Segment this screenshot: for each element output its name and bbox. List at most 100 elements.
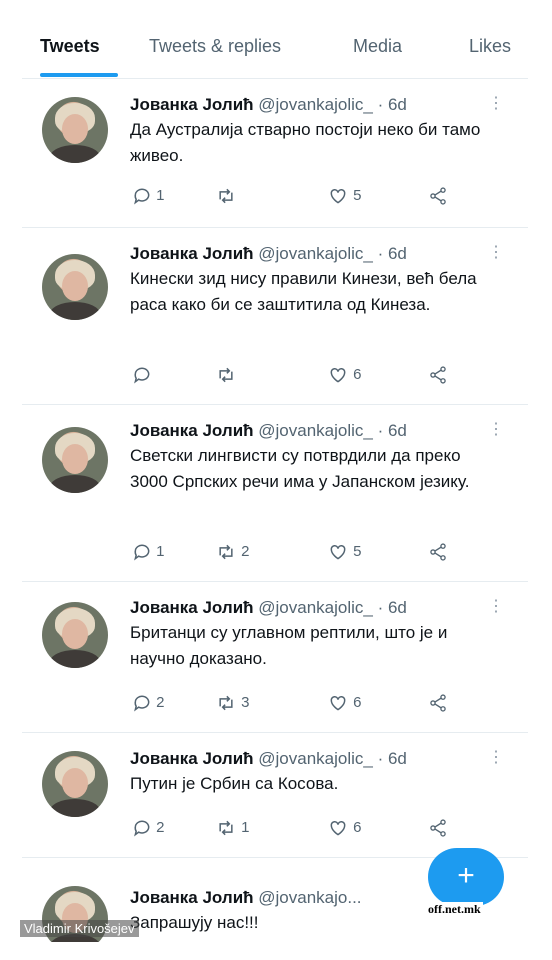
author-handle[interactable]: @jovankajolic_ xyxy=(258,598,373,617)
tab-tweets[interactable]: Tweets xyxy=(40,36,100,57)
heart-icon xyxy=(330,188,346,204)
watermark-site: off.net.mk xyxy=(426,902,483,917)
watermark-credit: Vladimir Krivošejev xyxy=(20,920,139,937)
reply-icon xyxy=(134,820,150,837)
tweet-item[interactable]: Јованка Јолић @jovankajolic_ · 6d ⋮ Свет… xyxy=(22,405,528,582)
share-icon xyxy=(430,366,446,384)
reply-count: 1 xyxy=(156,542,165,560)
author-handle[interactable]: @jovankajolic_ xyxy=(258,749,373,768)
like-count: 5 xyxy=(353,186,362,204)
share-icon xyxy=(430,694,446,712)
retweet-count: 1 xyxy=(241,818,250,836)
author-name[interactable]: Јованка Јолић xyxy=(130,95,254,114)
like-count: 6 xyxy=(353,693,362,711)
reply-button[interactable] xyxy=(132,365,152,385)
tweet-header: Јованка Јолић @jovankajolic_ · 6d xyxy=(130,421,407,441)
retweet-button[interactable]: 3 xyxy=(215,693,250,713)
like-button[interactable]: 6 xyxy=(327,693,362,713)
avatar[interactable] xyxy=(42,97,108,163)
like-count: 6 xyxy=(353,365,362,383)
like-button[interactable]: 5 xyxy=(327,186,362,206)
avatar[interactable] xyxy=(42,602,108,668)
like-button[interactable]: 5 xyxy=(327,542,362,562)
author-handle[interactable]: @jovankajo... xyxy=(258,888,361,907)
tweet-time: · 6d xyxy=(377,95,407,114)
heart-icon xyxy=(330,695,346,711)
profile-tabs: Tweets Tweets & replies Media Likes xyxy=(22,20,528,79)
tweet-time: · 6d xyxy=(377,244,407,263)
tweet-text: Светски лингвисти су потврдили да преко … xyxy=(130,446,470,491)
tweet-time: · 6d xyxy=(377,421,407,440)
author-name[interactable]: Јованка Јолић xyxy=(130,598,254,617)
profile-timeline: Tweets Tweets & replies Media Likes Јова… xyxy=(22,20,528,942)
share-icon xyxy=(430,819,446,837)
tweet-text: Путин је Србин са Косова. xyxy=(130,774,339,793)
author-handle[interactable]: @jovankajolic_ xyxy=(258,95,373,114)
avatar[interactable] xyxy=(42,751,108,817)
author-name[interactable]: Јованка Јолић xyxy=(130,421,254,440)
reply-icon xyxy=(134,367,150,384)
tweet-header: Јованка Јолић @jovankajolic_ · 6d xyxy=(130,244,407,264)
tweet-text: Да Аустралија стварно постоји неко би та… xyxy=(130,120,481,165)
retweet-icon xyxy=(219,820,233,836)
share-button[interactable] xyxy=(427,365,449,385)
retweet-button[interactable] xyxy=(215,186,237,206)
reply-button[interactable]: 2 xyxy=(132,818,165,838)
tweet-text: Кинески зид нису правили Кинези, већ бел… xyxy=(130,269,477,314)
heart-icon xyxy=(330,544,346,560)
author-handle[interactable]: @jovankajolic_ xyxy=(258,244,373,263)
tweet-header: Јованка Јолић @jovankajolic_ · 6d xyxy=(130,95,407,115)
retweet-button[interactable]: 1 xyxy=(215,818,250,838)
tweet-time: · 6d xyxy=(377,598,407,617)
more-icon[interactable]: ⋮ xyxy=(488,93,504,113)
retweet-button[interactable] xyxy=(215,365,237,385)
active-tab-indicator xyxy=(40,73,118,77)
author-name[interactable]: Јованка Јолић xyxy=(130,888,254,907)
reply-button[interactable]: 1 xyxy=(132,186,165,206)
reply-icon xyxy=(134,544,150,561)
like-button[interactable]: 6 xyxy=(327,365,362,385)
share-icon xyxy=(430,187,446,205)
share-button[interactable] xyxy=(427,693,449,713)
tweet-item[interactable]: Јованка Јолић @jovankajolic_ · 6d ⋮ Брит… xyxy=(22,582,528,733)
retweet-icon xyxy=(219,695,233,711)
retweet-count: 2 xyxy=(241,542,250,560)
share-button[interactable] xyxy=(427,818,449,838)
share-button[interactable] xyxy=(427,186,449,206)
reply-count: 2 xyxy=(156,818,165,836)
retweet-icon xyxy=(219,188,233,204)
like-count: 5 xyxy=(353,542,362,560)
more-icon[interactable]: ⋮ xyxy=(488,419,504,439)
compose-tweet-button[interactable]: + xyxy=(428,848,504,906)
author-handle[interactable]: @jovankajolic_ xyxy=(258,421,373,440)
retweet-count: 3 xyxy=(241,693,250,711)
like-count: 6 xyxy=(353,818,362,836)
heart-icon xyxy=(330,367,346,383)
tweet-header: Јованка Јолић @jovankajolic_ · 6d xyxy=(130,749,407,769)
tweet-header: Јованка Јолић @jovankajo... xyxy=(130,888,362,908)
avatar[interactable] xyxy=(42,254,108,320)
more-icon[interactable]: ⋮ xyxy=(488,242,504,262)
like-button[interactable]: 6 xyxy=(327,818,362,838)
more-icon[interactable]: ⋮ xyxy=(488,747,504,767)
heart-icon xyxy=(330,820,346,836)
tab-tweets-and-replies[interactable]: Tweets & replies xyxy=(149,36,281,57)
tweet-item[interactable]: Јованка Јолић @jovankajolic_ · 6d ⋮ Кине… xyxy=(22,228,528,405)
reply-button[interactable]: 1 xyxy=(132,542,165,562)
tweet-item[interactable]: Јованка Јолић @jovankajolic_ · 6d ⋮ Да А… xyxy=(22,79,528,228)
retweet-icon xyxy=(219,367,233,383)
reply-count: 2 xyxy=(156,693,165,711)
tweet-item[interactable]: Јованка Јолић @jovankajolic_ · 6d ⋮ Пути… xyxy=(22,733,528,858)
tab-likes[interactable]: Likes xyxy=(469,36,511,57)
retweet-button[interactable]: 2 xyxy=(215,542,250,562)
author-name[interactable]: Јованка Јолић xyxy=(130,244,254,263)
more-icon[interactable]: ⋮ xyxy=(488,596,504,616)
tab-media[interactable]: Media xyxy=(353,36,402,57)
tweet-header: Јованка Јолић @jovankajolic_ · 6d xyxy=(130,598,407,618)
reply-button[interactable]: 2 xyxy=(132,693,165,713)
avatar[interactable] xyxy=(42,427,108,493)
share-button[interactable] xyxy=(427,542,449,562)
tweet-text: Британци су углавном рептили, што је и н… xyxy=(130,623,448,668)
author-name[interactable]: Јованка Јолић xyxy=(130,749,254,768)
tweet-time: · 6d xyxy=(377,749,407,768)
